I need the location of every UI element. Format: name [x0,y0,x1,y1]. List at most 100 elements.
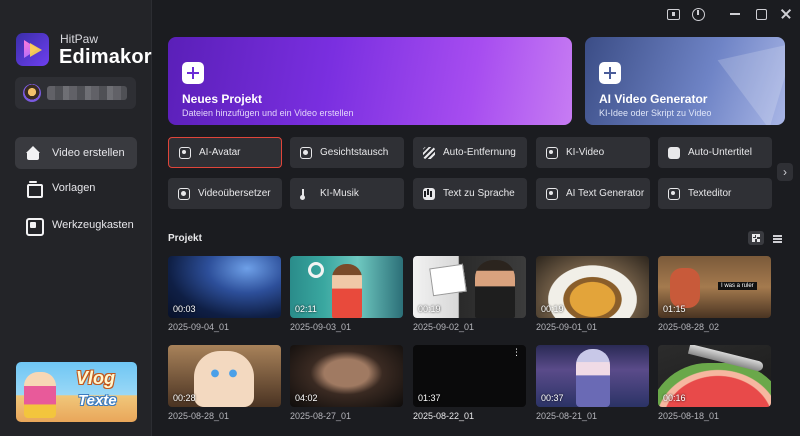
avatar-icon [179,146,191,159]
project-name: 2025-08-21_01 [536,411,598,421]
tool-label: Auto-Untertitel [688,147,752,158]
tool-label: AI-Avatar [199,147,241,158]
tool-texteditor[interactable]: Texteditor [658,178,772,209]
promo-line1: Vlog [76,368,115,388]
home-icon [26,146,40,160]
duration: 00:16 [663,393,686,403]
music-icon [300,188,312,200]
project-thumbnail[interactable]: 00:16 [658,345,771,407]
ai-video-subtitle: KI-Idee oder Skript zu Video [599,108,712,118]
duration: 00:19 [418,304,441,314]
tool-videouebersetzer[interactable]: Videoübersetzer [168,178,282,209]
project-name: 2025-09-03_01 [290,322,352,332]
duration: 02:11 [295,304,317,314]
close-icon[interactable] [778,6,794,22]
duration: 00:03 [173,304,196,314]
list-view-icon[interactable] [770,231,784,245]
translate-icon [178,187,190,200]
project-name: 2025-09-01_01 [536,322,598,332]
toolbox-icon [26,218,44,236]
project-name: 2025-08-18_01 [658,411,720,421]
sidebar-item-label: Vorlagen [52,182,96,194]
tool-label: KI-Video [566,147,605,158]
project-thumbnail[interactable]: 02:11 [290,256,403,318]
plus-icon [599,62,621,84]
ai-deco-shape [717,43,785,125]
sidebar-item-label: Werkzeugkasten [52,219,134,231]
tool-label: Videoübersetzer [198,188,271,199]
text-editor-icon [668,187,680,200]
template-icon [26,181,43,198]
tool-label: Text zu Sprache [443,188,515,199]
new-project-title: Neues Projekt [182,92,263,106]
auto-remove-icon [423,146,435,159]
maximize-icon[interactable] [753,6,769,22]
info-icon[interactable] [690,6,706,22]
project-thumbnail[interactable]: 00:28 [168,345,281,407]
duration: 04:02 [295,393,318,403]
chevron-right-icon[interactable]: › [777,163,793,181]
sidebar-item-video-erstellen[interactable]: Video erstellen [15,137,137,169]
ai-video-icon [546,146,558,159]
project-name: 2025-09-02_01 [413,322,475,332]
duration: 00:28 [173,393,196,403]
tool-label: KI-Musik [320,188,359,199]
sidebar-item-werkzeugkasten[interactable]: Werkzeugkasten [15,209,137,241]
tool-auto-untertitel[interactable]: Auto-Untertitel [658,137,772,168]
tool-label: Auto-Entfernung [443,147,516,158]
tool-label: AI Text Generator [566,188,645,199]
duration: 00:19 [541,304,564,314]
plus-icon [182,62,204,84]
new-project-subtitle: Dateien hinzufügen und ein Video erstell… [182,108,354,118]
projects-title: Projekt [168,233,202,244]
project-thumbnail[interactable]: 00:03 [168,256,281,318]
user-account[interactable] [15,77,136,109]
minimize-icon[interactable] [727,6,743,22]
ai-video-title: AI Video Generator [599,92,708,106]
tool-label: Gesichtstausch [320,147,389,158]
promo-banner[interactable]: Vlog Texte [16,362,137,422]
face-swap-icon [300,146,312,159]
project-thumbnail[interactable]: 00:37 [536,345,649,407]
duration: 01:37 [418,393,441,403]
tool-text-zu-sprache[interactable]: Text zu Sprache [413,178,527,209]
tool-auto-entfernung[interactable]: Auto-Entfernung [413,137,527,168]
promo-line2: Texte [78,392,117,409]
tool-ai-text-generator[interactable]: AI Text Generator [536,178,650,209]
project-thumbnail[interactable]: I was a ruler 01:15 [658,256,771,318]
tts-icon [423,187,435,200]
project-name: 2025-08-22_01 [413,411,475,421]
overlay-caption: I was a ruler [718,282,757,290]
sidebar-item-label: Video erstellen [52,147,125,159]
tool-ai-avatar[interactable]: AI-Avatar [168,137,282,168]
brand-small: HitPaw [60,32,99,46]
project-thumbnail[interactable]: 00:19 [536,256,649,318]
project-thumbnail[interactable]: 04:02 [290,345,403,407]
text-gen-icon [546,187,558,200]
project-name: 2025-08-28_01 [168,411,230,421]
user-name-redacted [47,86,127,100]
subtitle-icon [668,146,680,159]
sidebar: HitPaw Edimakor Video erstellen Vorlagen… [0,0,152,436]
project-thumbnail[interactable]: 00:19 [413,256,526,318]
promo-character [24,372,56,418]
duration: 01:15 [663,304,686,314]
project-name: 2025-08-27_01 [290,411,352,421]
tool-label: Texteditor [688,188,732,199]
tool-gesichtstausch[interactable]: Gesichtstausch [290,137,404,168]
duration: 00:37 [541,393,564,403]
avatar [23,84,41,102]
app-logo-icon [16,33,49,66]
project-thumbnail[interactable]: ⋮ 01:37 [413,345,526,407]
new-project-card[interactable]: Neues Projekt Dateien hinzufügen und ein… [168,37,572,125]
tool-ki-video[interactable]: KI-Video [536,137,650,168]
brand-name: Edimakor [59,46,152,68]
project-name: 2025-08-28_02 [658,322,720,332]
ai-video-generator-card[interactable]: AI Video Generator KI-Idee oder Skript z… [585,37,785,125]
sidebar-item-vorlagen[interactable]: Vorlagen [15,172,137,204]
feedback-icon[interactable] [665,6,681,22]
project-name: 2025-09-04_01 [168,322,230,332]
tool-ki-musik[interactable]: KI-Musik [290,178,404,209]
grid-view-icon[interactable] [748,231,764,245]
more-options-icon[interactable]: ⋮ [512,347,521,358]
